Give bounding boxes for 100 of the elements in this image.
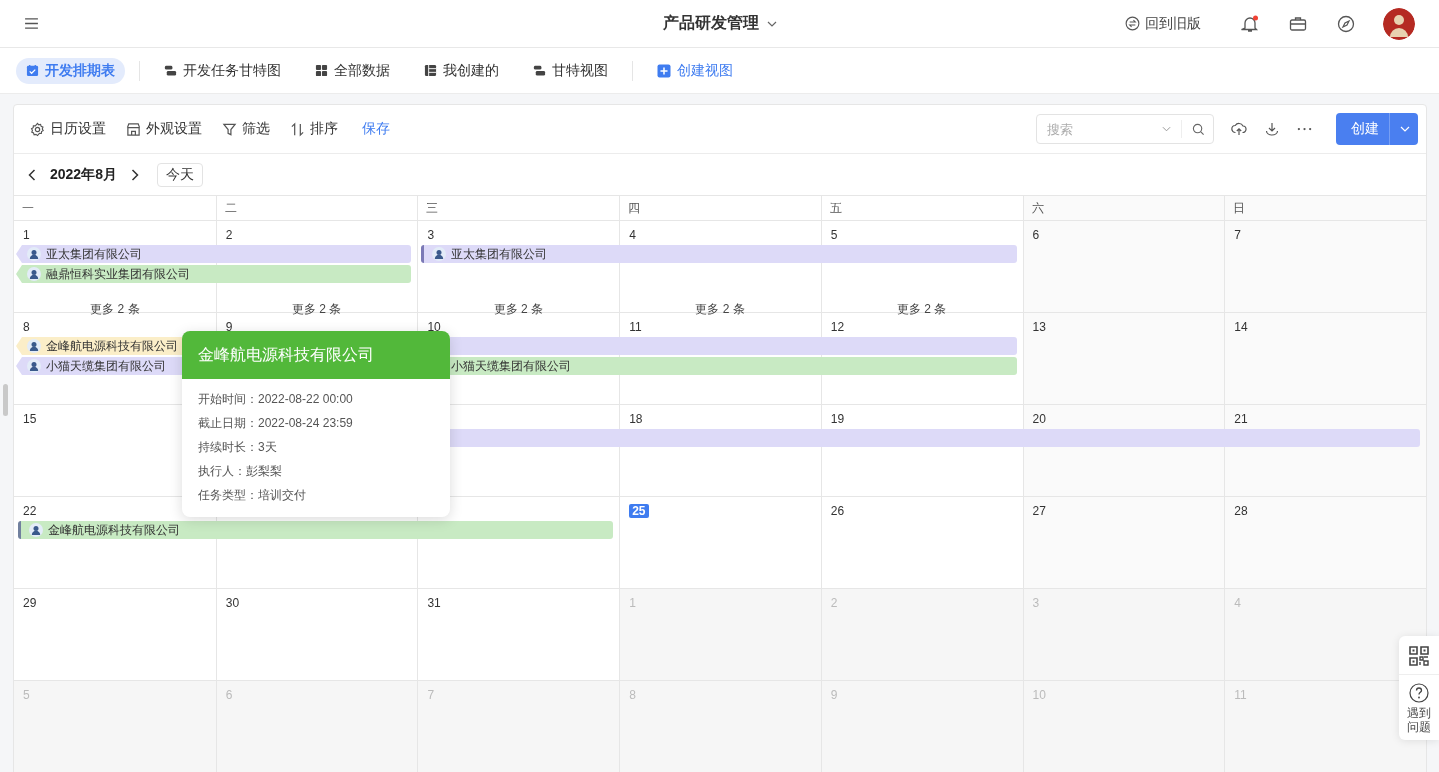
view-tab[interactable]: 开发任务甘特图 [154,57,291,84]
view-tab[interactable]: 我创建的 [414,57,509,84]
create-button[interactable]: 创建 [1336,113,1418,145]
day-number: 3 [427,228,435,242]
day-number: 6 [225,688,233,702]
day-number: 21 [1234,412,1248,426]
day-number: 28 [1234,504,1248,518]
day-number: 11 [629,320,642,334]
shop-icon [126,121,141,137]
app-title[interactable]: 产品研发管理 [662,13,777,34]
toolbar-button[interactable]: 排序 [290,120,338,138]
day-number: 4 [629,228,636,242]
toolbar-button[interactable]: 外观设置 [126,120,202,138]
weekday-header: 日 [1224,196,1426,220]
menu-icon[interactable] [24,18,39,29]
day-number: 31 [427,596,441,610]
tooltip-field: 开始时间：2022-08-22 00:00 [198,387,434,411]
compass-icon[interactable] [1337,14,1355,33]
next-month-icon[interactable] [130,168,139,181]
toolbar-button[interactable]: 筛选 [222,120,270,138]
search-icon[interactable] [1192,122,1205,136]
day-number: 1 [629,596,636,610]
qr-code-icon[interactable] [1409,646,1429,666]
swap-icon [1125,16,1140,31]
event-bar[interactable]: 亚太集团有限公司 [16,245,412,263]
tooltip-title: 金峰航电源科技有限公司 [182,331,450,379]
toolbar-button[interactable]: 日历设置 [30,120,106,138]
event-title: 小猫天缆集团有限公司 [46,357,166,375]
weekday-header: 六 [1022,196,1225,220]
day-number: 29 [23,596,37,610]
day-number: 26 [830,504,845,518]
day-number: 9 [225,320,233,334]
avatar-icon [27,359,41,373]
day-number: 5 [830,228,838,242]
event-bar[interactable]: 亚太集团有限公司 [421,245,1017,263]
weekday-header: 二 [215,196,418,220]
calendar-icon [26,64,39,77]
day-number: 18 [629,412,643,426]
day-number: 2 [225,228,233,242]
user-avatar[interactable] [1383,7,1415,40]
sort-icon [290,121,305,137]
day-number: 14 [1234,320,1248,334]
view-tab[interactable]: 甘特视图 [523,57,618,84]
day-number: 22 [23,504,37,518]
day-number: 27 [1032,504,1046,518]
day-number: 20 [1032,412,1046,426]
event-title: 亚太集团有限公司 [451,245,548,263]
day-number: 6 [1032,228,1040,242]
more-events-link[interactable]: 更多 2 条 [695,300,745,318]
more-events-link[interactable]: 更多 2 条 [291,300,342,318]
caret-icon [766,20,777,27]
day-number: 30 [225,596,240,610]
day-number: 5 [23,688,30,702]
bell-icon[interactable] [1241,14,1259,33]
more-icon[interactable] [1297,127,1312,131]
today-button[interactable]: 今天 [156,162,203,187]
more-events-link[interactable]: 更多 2 条 [90,300,140,318]
event-title: 金峰航电源科技有限公司 [46,337,178,355]
download-icon[interactable] [1264,121,1280,137]
table-icon [424,64,437,77]
upload-icon[interactable] [1231,121,1247,137]
weekday-header: 四 [619,196,821,220]
event-bar[interactable]: 金峰航电源科技有限公司 [18,521,614,539]
day-number: 8 [23,320,30,334]
weekday-header: 五 [820,196,1023,220]
settings-icon [30,121,45,137]
day-number: 15 [23,412,37,426]
view-tab[interactable]: 全部数据 [305,57,400,84]
day-number: 12 [830,320,845,334]
day-number: 8 [629,688,636,702]
grid-icon [315,64,328,77]
avatar-icon [27,267,41,281]
search-field[interactable]: 搜索 [1047,118,1152,140]
tooltip-field: 持续时长：3天 [198,435,434,459]
previous-month-icon[interactable] [28,168,36,181]
day-number: 13 [1032,320,1046,334]
avatar-icon [29,523,43,537]
gantt-icon [164,64,177,77]
day-number: 2 [830,596,838,610]
tooltip-field: 任务类型：培训交付 [198,483,434,507]
resize-handle[interactable] [3,384,8,416]
day-number: 25 [629,504,649,518]
briefcase-icon[interactable] [1289,14,1307,33]
search-box[interactable]: 搜索 [1036,114,1214,144]
create-view-link[interactable]: 创建视图 [647,57,743,84]
help-button[interactable]: 遇到问题 [1405,683,1433,734]
day-number: 10 [1032,688,1046,702]
more-events-link[interactable]: 更多 2 条 [493,300,543,318]
avatar-icon [27,339,41,353]
caret-icon [1400,126,1410,132]
event-title: 小猫天缆集团有限公司 [451,357,572,375]
event-title: 亚太集团有限公司 [46,245,142,263]
weekday-header: 三 [417,196,620,220]
event-bar[interactable]: 融鼎恒科实业集团有限公司 [16,265,412,283]
filter-icon [222,121,237,137]
plus-icon [657,63,671,78]
old-version-button[interactable]: 回到旧版 [1125,14,1201,33]
save-link[interactable]: 保存 [362,120,390,138]
event-title: 金峰航电源科技有限公司 [48,521,180,539]
more-events-link[interactable]: 更多 2 条 [897,300,947,318]
